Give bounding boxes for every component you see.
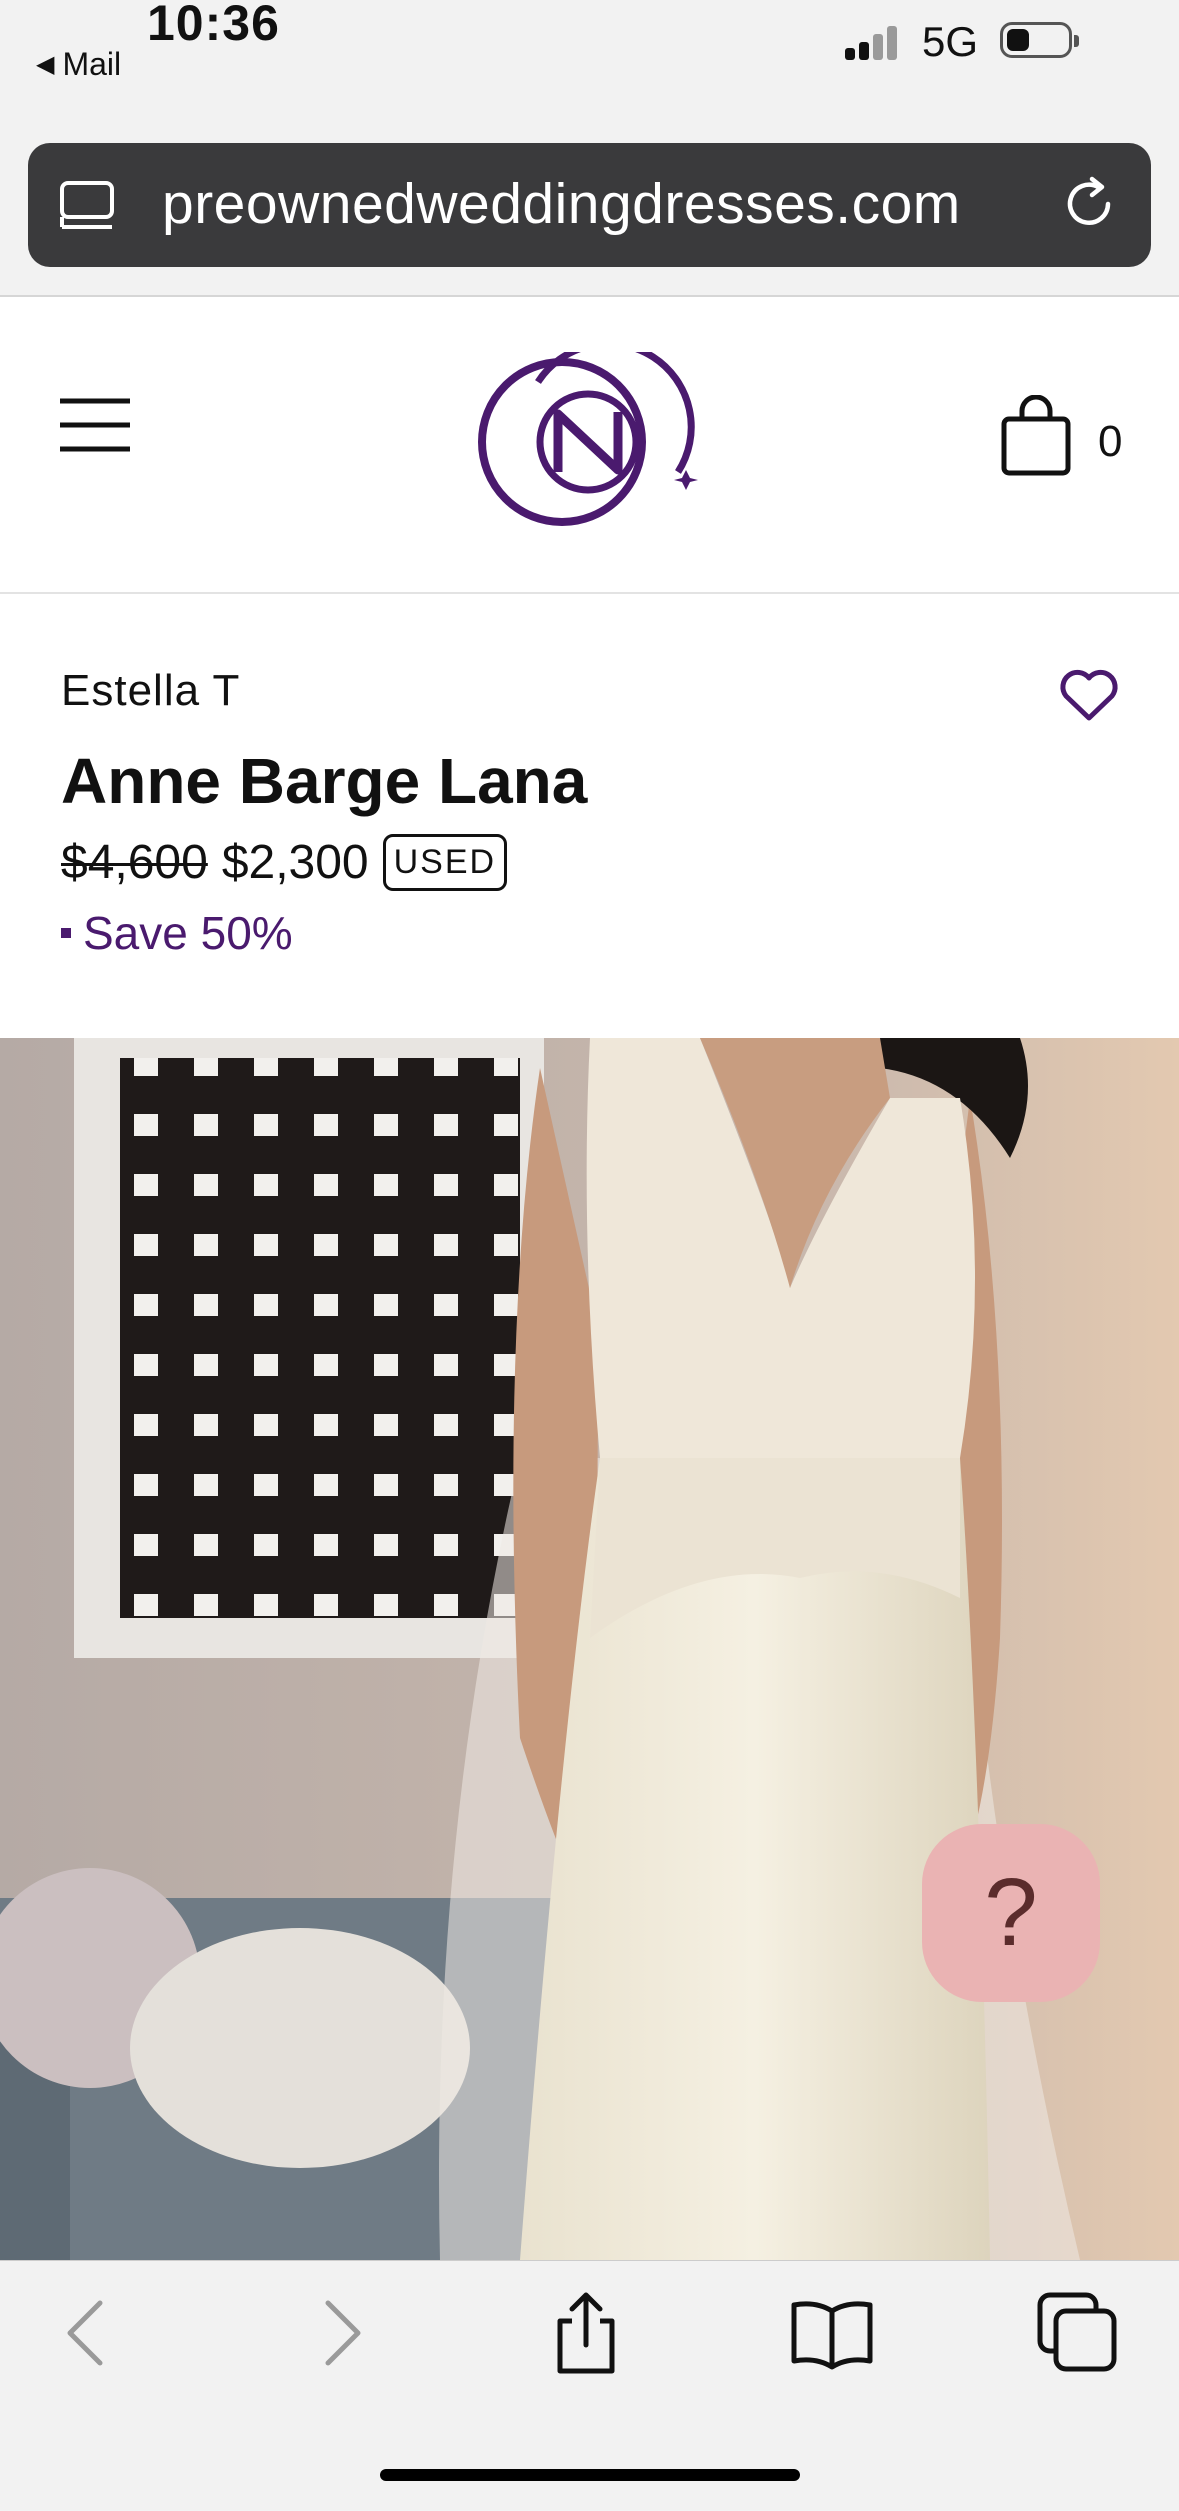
heart-icon[interactable]: [1058, 666, 1120, 724]
shopping-bag-icon[interactable]: [1000, 395, 1072, 477]
site-logo[interactable]: [478, 352, 700, 532]
original-price: $4,600: [61, 836, 208, 889]
back-to-mail-link[interactable]: ◀ Mail: [36, 46, 121, 83]
price-row: $4,600 $2,300 USED: [61, 834, 508, 891]
condition-badge: USED: [382, 834, 508, 891]
browser-address-area: preownedweddingdresses.com: [0, 135, 1179, 297]
bullet-icon: [61, 928, 71, 938]
dress-photo-illustration: [0, 1038, 1179, 2260]
hamburger-icon[interactable]: [60, 397, 130, 453]
product-title: Anne Barge Lana: [61, 745, 588, 817]
product-photo[interactable]: [0, 1038, 1179, 2260]
status-time: 10:36: [147, 0, 280, 51]
savings-text: Save 50%: [83, 907, 293, 959]
chevron-right-icon[interactable]: [300, 2291, 384, 2375]
cart-count[interactable]: 0: [1098, 417, 1122, 467]
battery-icon: [1000, 22, 1079, 58]
chevron-left-icon[interactable]: [44, 2291, 128, 2375]
savings-label: Save 50%: [61, 906, 293, 960]
tabs-icon[interactable]: [1036, 2291, 1120, 2375]
product-info: Estella T Anne Barge Lana $4,600 $2,300 …: [0, 594, 1179, 1038]
status-bar: 10:36 ◀ Mail 5G: [0, 0, 1179, 135]
designer-name[interactable]: Estella T: [61, 666, 240, 716]
share-icon[interactable]: [544, 2291, 628, 2375]
url-domain: preownedweddingdresses.com: [162, 172, 961, 236]
help-button[interactable]: ?: [922, 1824, 1100, 2002]
back-triangle-icon: ◀: [36, 51, 55, 78]
network-label: 5G: [922, 18, 979, 65]
site-header: 0: [0, 297, 1179, 594]
reader-mode-icon[interactable]: [58, 177, 116, 235]
reload-icon[interactable]: [1058, 173, 1120, 235]
sale-price: $2,300: [221, 836, 369, 889]
home-indicator[interactable]: [380, 2469, 800, 2481]
back-app-label: Mail: [62, 46, 122, 82]
address-bar[interactable]: preownedweddingdresses.com: [28, 143, 1151, 267]
browser-toolbar: [0, 2260, 1179, 2511]
signal-icon: [845, 22, 903, 60]
book-icon[interactable]: [790, 2291, 874, 2375]
